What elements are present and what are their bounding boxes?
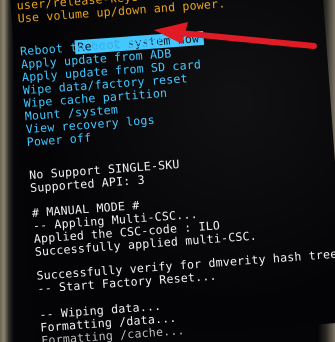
- red-arrow-annotation: [154, 22, 317, 49]
- menu-item-power-off[interactable]: Power off: [26, 130, 91, 149]
- phone-frame: user/release-keys Use volume up/down and…: [0, 0, 335, 342]
